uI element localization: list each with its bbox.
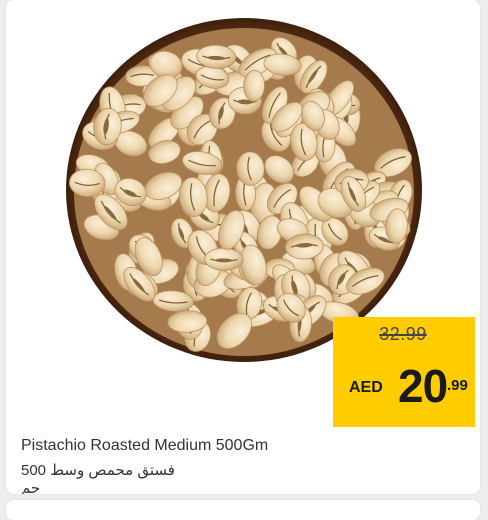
price-cents: .99 bbox=[447, 377, 468, 394]
product-title-arabic: فستق محمص وسط 500 جم bbox=[21, 462, 175, 494]
currency-label: AED bbox=[349, 379, 383, 396]
product-card[interactable]: 32.99 AED 20 .99 Pistachio Roasted Mediu… bbox=[6, 0, 480, 494]
old-price: 32.99 bbox=[379, 324, 427, 344]
price-tag: 32.99 AED 20 .99 bbox=[333, 317, 475, 427]
price-main: 20 bbox=[398, 360, 448, 412]
product-title[interactable]: Pistachio Roasted Medium 500Gm bbox=[21, 437, 268, 455]
next-product-card[interactable] bbox=[6, 500, 480, 520]
new-price: AED 20 .99 bbox=[343, 357, 469, 417]
